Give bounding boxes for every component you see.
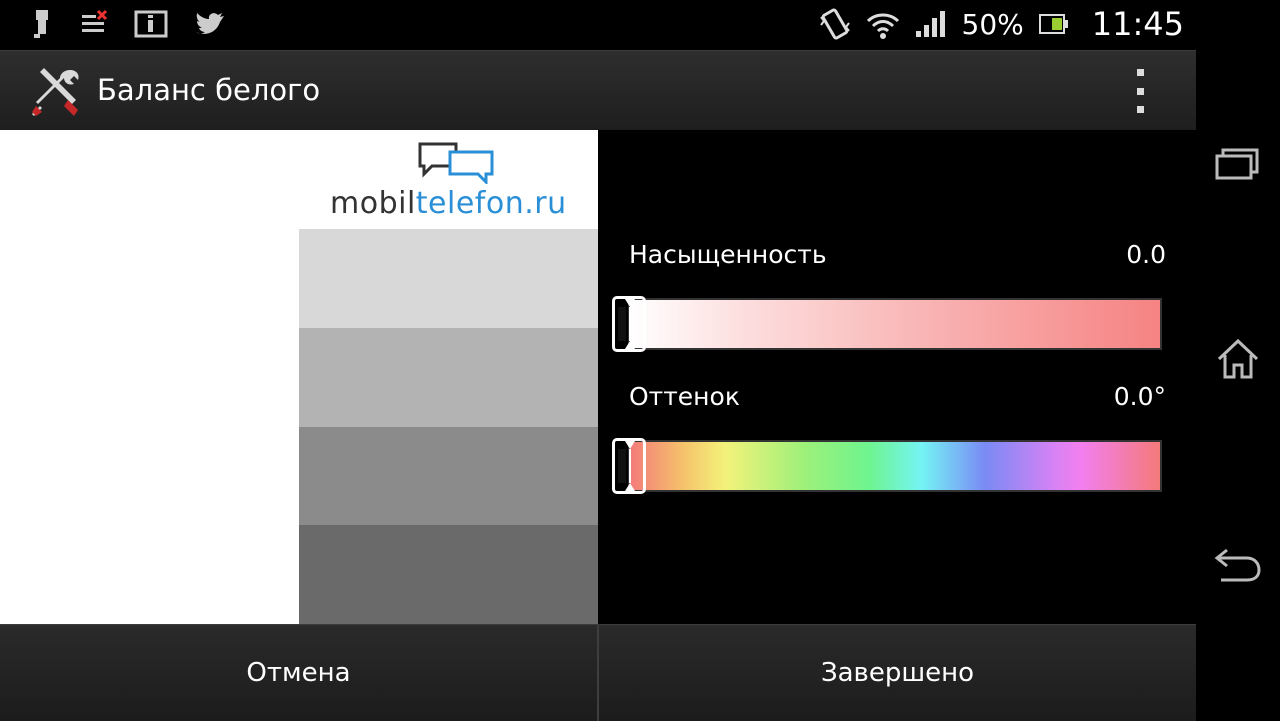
back-icon[interactable] (1213, 540, 1263, 590)
usb-debug-icon (34, 10, 48, 38)
bottom-button-bar: Отмена Завершено (0, 624, 1196, 721)
saturation-slider[interactable] (612, 296, 1162, 352)
preview-image: mobiltelefon.ru (0, 130, 598, 624)
controls-panel: Насыщенность 0.0 Оттенок 0.0° (598, 130, 1196, 624)
swatch-1 (299, 229, 598, 328)
tools-icon (32, 68, 79, 116)
saturation-value: 0.0 (1126, 240, 1166, 269)
info-icon (134, 10, 168, 38)
hue-slider[interactable] (612, 438, 1162, 494)
swatch-2 (299, 327, 598, 427)
overflow-menu-icon[interactable] (1125, 69, 1155, 113)
vibrate-icon (819, 8, 850, 40)
swatch-4 (299, 525, 598, 624)
battery-icon (1038, 14, 1068, 34)
swatch-3 (299, 426, 598, 526)
hue-value: 0.0° (1113, 382, 1166, 411)
cancel-button[interactable]: Отмена (0, 625, 597, 721)
clock: 11:45 (1091, 5, 1184, 43)
recent-apps-icon[interactable] (1213, 140, 1263, 190)
chat-bubbles-icon (418, 142, 494, 184)
gray-swatches (299, 229, 598, 624)
signal-icon (915, 11, 945, 37)
battery-percent: 50% (961, 7, 1024, 41)
status-bar: 50% 11:45 (0, 0, 1196, 50)
logo-text-mobil: mobil (330, 186, 416, 221)
wifi-icon (866, 13, 899, 39)
hue-label: Оттенок (629, 382, 740, 411)
saturation-label: Насыщенность (629, 240, 827, 269)
logo-text-telefon: telefon.ru (415, 186, 567, 221)
navigation-bar (1196, 0, 1280, 720)
hue-slider-handle[interactable] (612, 438, 646, 494)
logo: mobiltelefon.ru (330, 140, 590, 230)
home-icon[interactable] (1213, 335, 1263, 385)
notification-icon (82, 9, 108, 32)
saturation-slider-handle[interactable] (612, 296, 646, 352)
twitter-icon (196, 13, 224, 34)
done-button[interactable]: Завершено (599, 625, 1196, 721)
action-bar: Баланс белого (0, 50, 1196, 131)
page-title: Баланс белого (97, 73, 321, 107)
